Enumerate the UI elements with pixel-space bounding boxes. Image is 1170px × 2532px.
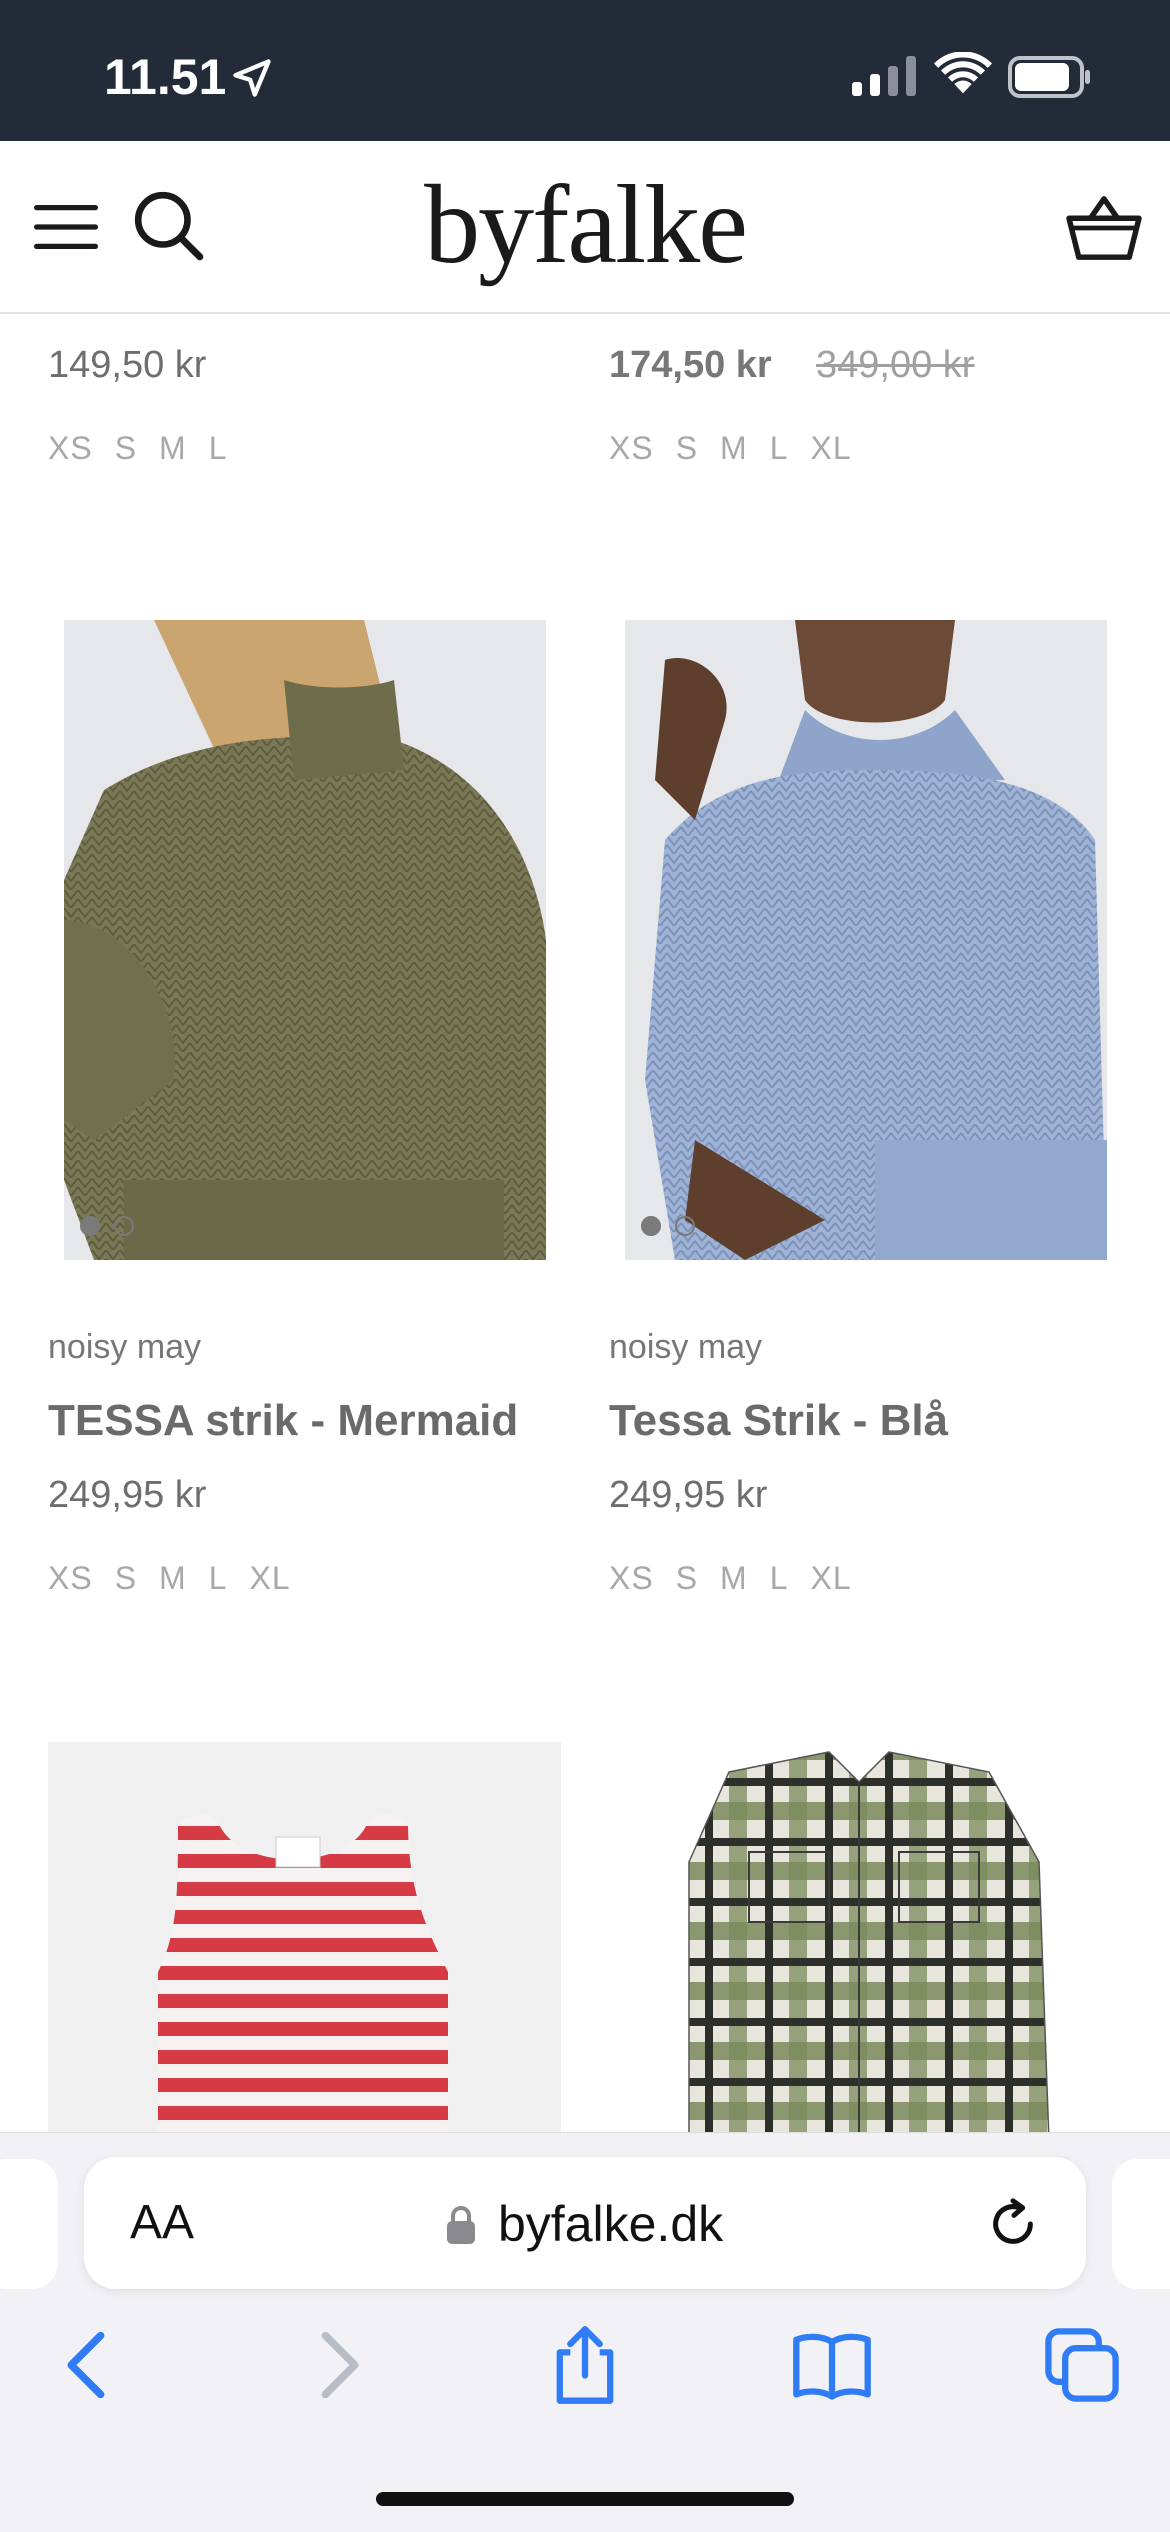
product-brand: noisy may [48,1328,202,1366]
battery-icon [1008,56,1090,98]
carousel-dot[interactable] [114,1216,134,1236]
size-option[interactable]: L [770,1560,789,1596]
carousel-dot[interactable] [675,1216,695,1236]
product-brand: noisy may [609,1328,763,1366]
original-price: 349,00 kr [816,344,975,386]
product-image[interactable] [609,1742,1122,2142]
size-option[interactable]: XS [48,430,93,466]
size-list: XS S M L [48,430,249,467]
share-icon[interactable] [543,2323,627,2407]
browser-toolbar: AA byfalke.dk [0,2132,1170,2532]
product-image[interactable] [625,620,1107,1260]
sale-price: 174,50 kr [609,344,772,386]
basket-icon[interactable] [1064,193,1144,263]
size-option[interactable]: S [676,430,698,466]
cellular-signal-icon [852,56,916,96]
forward-arrow-icon[interactable] [296,2323,380,2407]
wifi-icon [934,52,992,94]
text-size-button[interactable]: AA [130,2195,194,2250]
size-list: XS S M L XL [48,1560,313,1597]
product-price: 249,95 kr [48,1474,207,1516]
status-bar: 11.51 [0,0,1170,141]
bookmarks-icon[interactable] [790,2323,874,2407]
size-option[interactable]: XS [609,430,654,466]
size-list: XS S M L XL [609,1560,874,1597]
size-option[interactable]: M [720,1560,748,1596]
size-option[interactable]: S [115,1560,137,1596]
size-option[interactable]: M [159,430,187,466]
lock-icon [447,2206,475,2244]
next-tab-preview[interactable] [1112,2159,1170,2289]
tabs-icon[interactable] [1040,2323,1124,2407]
carousel-dot[interactable] [80,1216,100,1236]
size-option[interactable]: XS [609,1560,654,1596]
site-header: byfalke [0,141,1170,314]
address-text[interactable]: byfalke.dk [498,2195,723,2253]
size-option[interactable]: M [159,1560,187,1596]
size-list: XS S M L XL [609,430,874,467]
reload-icon[interactable] [986,2197,1040,2251]
size-option[interactable]: XL [810,430,851,466]
image-carousel-dots [80,1216,134,1236]
size-option[interactable]: L [209,430,228,466]
size-option[interactable]: M [720,430,748,466]
carousel-dot[interactable] [641,1216,661,1236]
size-option[interactable]: XL [810,1560,851,1596]
product-image[interactable] [48,1742,561,2142]
previous-product-row: 149,50 kr XS S M L 174,50 kr 349,00 kr XS S M… [0,314,1170,514]
home-indicator[interactable] [376,2492,794,2506]
product-price: 149,50 kr [48,344,207,386]
size-option[interactable]: XS [48,1560,93,1596]
product-image[interactable] [64,620,546,1260]
product-price: 249,95 kr [609,1474,768,1516]
size-option[interactable]: S [115,430,137,466]
location-arrow-icon [233,59,271,97]
image-carousel-dots [641,1216,695,1236]
site-logo[interactable]: byfalke [0,161,1170,290]
status-time: 11.51 [104,49,227,105]
product-title[interactable]: TESSA strik - Mermaid [48,1396,518,1446]
product-title[interactable]: Tessa Strik - Blå [609,1396,948,1446]
previous-tab-preview[interactable] [0,2159,58,2289]
striped-tank-top-image [48,1742,561,2142]
plaid-shirt-image [688,1751,1050,2142]
size-option[interactable]: L [209,1560,228,1596]
address-bar[interactable]: AA byfalke.dk [84,2157,1086,2289]
knit-sweater-image [64,620,546,1260]
size-option[interactable]: XL [249,1560,290,1596]
back-arrow-icon[interactable] [46,2323,130,2407]
size-option[interactable]: S [676,1560,698,1596]
knit-sweater-image [625,620,1107,1260]
size-option[interactable]: L [770,430,789,466]
